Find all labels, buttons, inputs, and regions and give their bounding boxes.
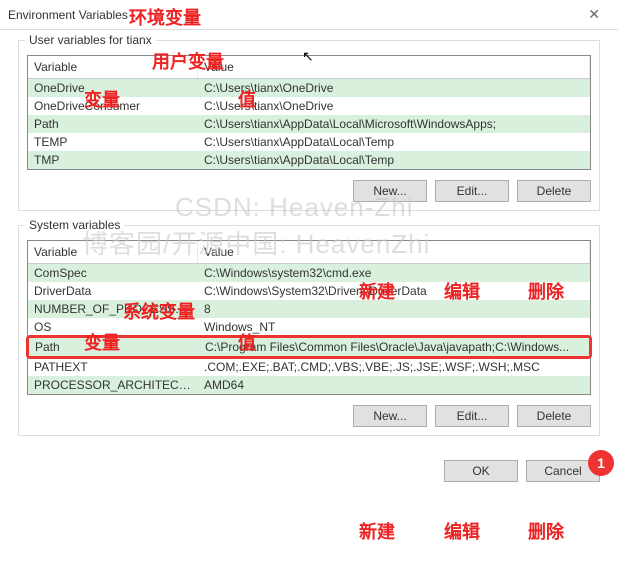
system-variables-table[interactable]: Variable Value ComSpecC:\Windows\system3…	[27, 240, 591, 395]
cell-value: Windows_NT	[198, 318, 590, 336]
user-group-label: User variables for tianx	[25, 33, 156, 47]
titlebar: Environment Variables ✕	[0, 0, 618, 30]
sys-delete-button[interactable]: Delete	[517, 405, 591, 427]
cell-value: C:\Users\tianx\AppData\Local\Temp	[198, 133, 590, 151]
table-row[interactable]: OSWindows_NT	[28, 318, 590, 336]
cell-value: C:\Users\tianx\OneDrive	[198, 79, 590, 97]
user-delete-button[interactable]: Delete	[517, 180, 591, 202]
table-row[interactable]: PathC:\Users\tianx\AppData\Local\Microso…	[28, 115, 590, 133]
anno-del2: 删除	[528, 518, 564, 544]
system-variables-group: System variables Variable Value ComSpecC…	[18, 225, 600, 436]
table-row[interactable]: TMPC:\Users\tianx\AppData\Local\Temp	[28, 151, 590, 169]
cell-value: AMD64	[198, 376, 590, 394]
cell-variable: OneDriveConsumer	[28, 97, 198, 115]
cell-variable: Path	[28, 115, 198, 133]
sys-new-button[interactable]: New...	[353, 405, 427, 427]
sys-group-label: System variables	[25, 218, 124, 232]
table-row[interactable]: PROCESSOR_ARCHITECTUREAMD64	[28, 376, 590, 394]
close-icon[interactable]: ✕	[578, 6, 610, 23]
table-header: Variable Value	[28, 241, 590, 264]
table-row[interactable]: PathC:\Program Files\Common Files\Oracle…	[29, 338, 589, 356]
col-variable[interactable]: Variable	[28, 241, 198, 263]
window-title: Environment Variables	[8, 8, 128, 22]
col-value[interactable]: Value	[198, 241, 590, 263]
cell-value: C:\Users\tianx\AppData\Local\Temp	[198, 151, 590, 169]
cell-variable: ComSpec	[28, 264, 198, 282]
cell-variable: OS	[28, 318, 198, 336]
ok-button[interactable]: OK	[444, 460, 518, 482]
col-value[interactable]: Value	[198, 56, 590, 78]
cell-variable: TEMP	[28, 133, 198, 151]
cell-value: C:\Program Files\Common Files\Oracle\Jav…	[199, 338, 589, 356]
cell-value: 8	[198, 300, 590, 318]
cell-value: .COM;.EXE;.BAT;.CMD;.VBS;.VBE;.JS;.JSE;.…	[198, 358, 590, 376]
table-row[interactable]: OneDriveC:\Users\tianx\OneDrive	[28, 79, 590, 97]
user-variables-table[interactable]: Variable Value OneDriveC:\Users\tianx\On…	[27, 55, 591, 170]
col-variable[interactable]: Variable	[28, 56, 198, 78]
table-row[interactable]: OneDriveConsumerC:\Users\tianx\OneDrive	[28, 97, 590, 115]
cell-variable: PROCESSOR_ARCHITECTURE	[28, 376, 198, 394]
user-variables-group: User variables for tianx Variable Value …	[18, 40, 600, 211]
cell-value: C:\Users\tianx\OneDrive	[198, 97, 590, 115]
table-row[interactable]: DriverDataC:\Windows\System32\Drivers\Dr…	[28, 282, 590, 300]
cell-value: C:\Windows\system32\cmd.exe	[198, 264, 590, 282]
cell-variable: PATHEXT	[28, 358, 198, 376]
table-row[interactable]: TEMPC:\Users\tianx\AppData\Local\Temp	[28, 133, 590, 151]
cell-variable: TMP	[28, 151, 198, 169]
cell-value: C:\Users\tianx\AppData\Local\Microsoft\W…	[198, 115, 590, 133]
cell-variable: OneDrive	[28, 79, 198, 97]
table-row[interactable]: NUMBER_OF_PROCESSORS8	[28, 300, 590, 318]
table-row[interactable]: PATHEXT.COM;.EXE;.BAT;.CMD;.VBS;.VBE;.JS…	[28, 358, 590, 376]
table-row[interactable]: ComSpecC:\Windows\system32\cmd.exe	[28, 264, 590, 282]
cell-variable: NUMBER_OF_PROCESSORS	[28, 300, 198, 318]
sys-edit-button[interactable]: Edit...	[435, 405, 509, 427]
cell-value: C:\Windows\System32\Drivers\DriverData	[198, 282, 590, 300]
anno-edit2: 编辑	[444, 518, 480, 544]
cell-variable: Path	[29, 338, 199, 356]
cell-variable: DriverData	[28, 282, 198, 300]
cancel-button[interactable]: Cancel	[526, 460, 600, 482]
table-header: Variable Value	[28, 56, 590, 79]
user-new-button[interactable]: New...	[353, 180, 427, 202]
user-edit-button[interactable]: Edit...	[435, 180, 509, 202]
anno-new2: 新建	[359, 518, 395, 544]
